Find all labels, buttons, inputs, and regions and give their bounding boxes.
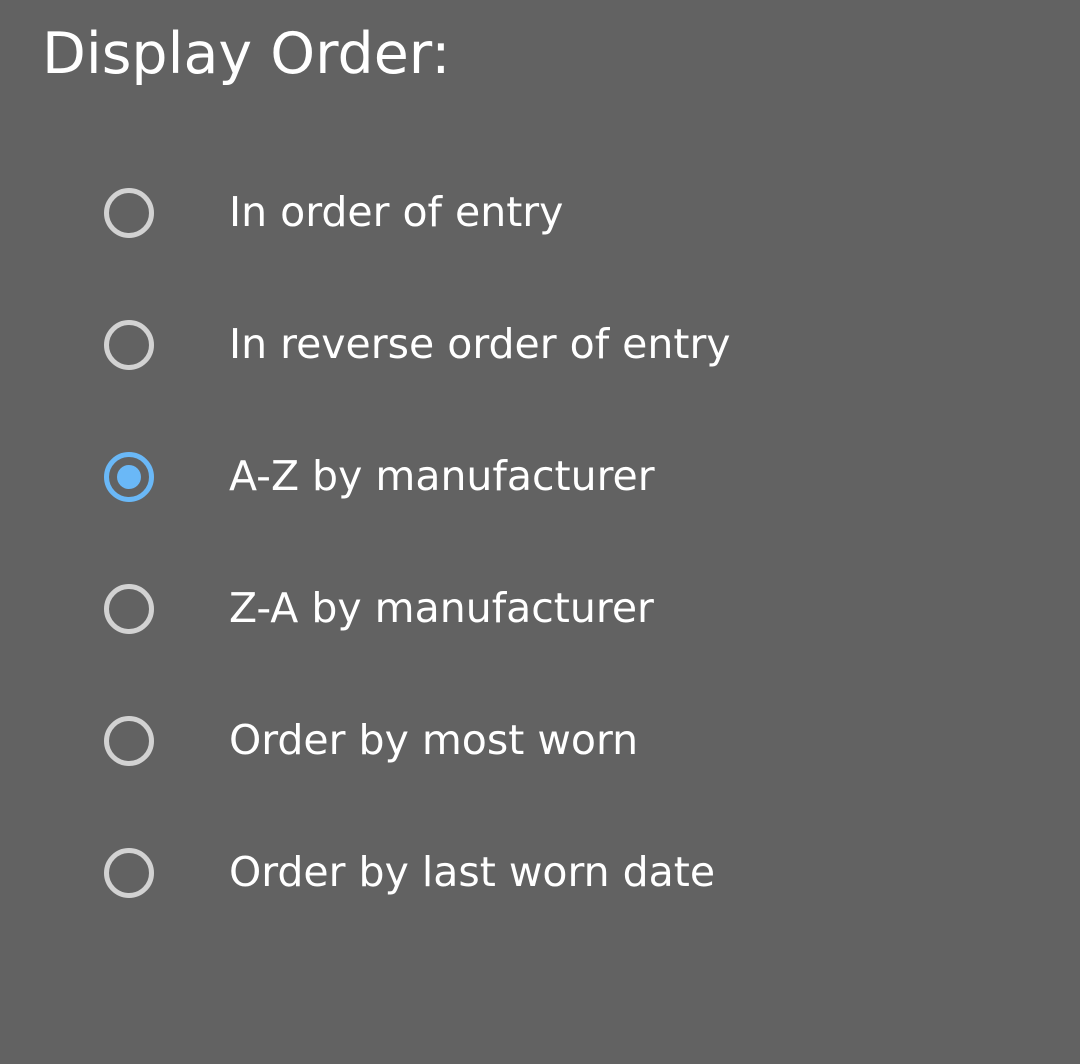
radio-unchecked-icon[interactable] bbox=[104, 188, 154, 238]
option-order-by-last-worn-date[interactable]: Order by last worn date bbox=[0, 806, 1080, 938]
option-label: Order by last worn date bbox=[229, 848, 716, 896]
radio-dot-icon bbox=[117, 465, 141, 489]
option-a-z-by-manufacturer[interactable]: A-Z by manufacturer bbox=[0, 410, 1080, 542]
radio-unchecked-icon[interactable] bbox=[104, 320, 154, 370]
option-label: A-Z by manufacturer bbox=[229, 452, 655, 500]
radio-checked-icon[interactable] bbox=[104, 452, 154, 502]
option-order-by-most-worn[interactable]: Order by most worn bbox=[0, 674, 1080, 806]
display-order-radio-group: In order of entry In reverse order of en… bbox=[0, 146, 1080, 938]
dialog-title: Display Order: bbox=[42, 21, 451, 87]
option-label: In order of entry bbox=[229, 188, 564, 236]
option-z-a-by-manufacturer[interactable]: Z-A by manufacturer bbox=[0, 542, 1080, 674]
option-in-order-of-entry[interactable]: In order of entry bbox=[0, 146, 1080, 278]
display-order-dialog: Display Order: In order of entry In reve… bbox=[0, 0, 1080, 1064]
option-in-reverse-order-of-entry[interactable]: In reverse order of entry bbox=[0, 278, 1080, 410]
option-label: Z-A by manufacturer bbox=[229, 584, 654, 632]
radio-unchecked-icon[interactable] bbox=[104, 584, 154, 634]
option-label: In reverse order of entry bbox=[229, 320, 731, 368]
option-label: Order by most worn bbox=[229, 716, 639, 764]
radio-unchecked-icon[interactable] bbox=[104, 716, 154, 766]
radio-unchecked-icon[interactable] bbox=[104, 848, 154, 898]
